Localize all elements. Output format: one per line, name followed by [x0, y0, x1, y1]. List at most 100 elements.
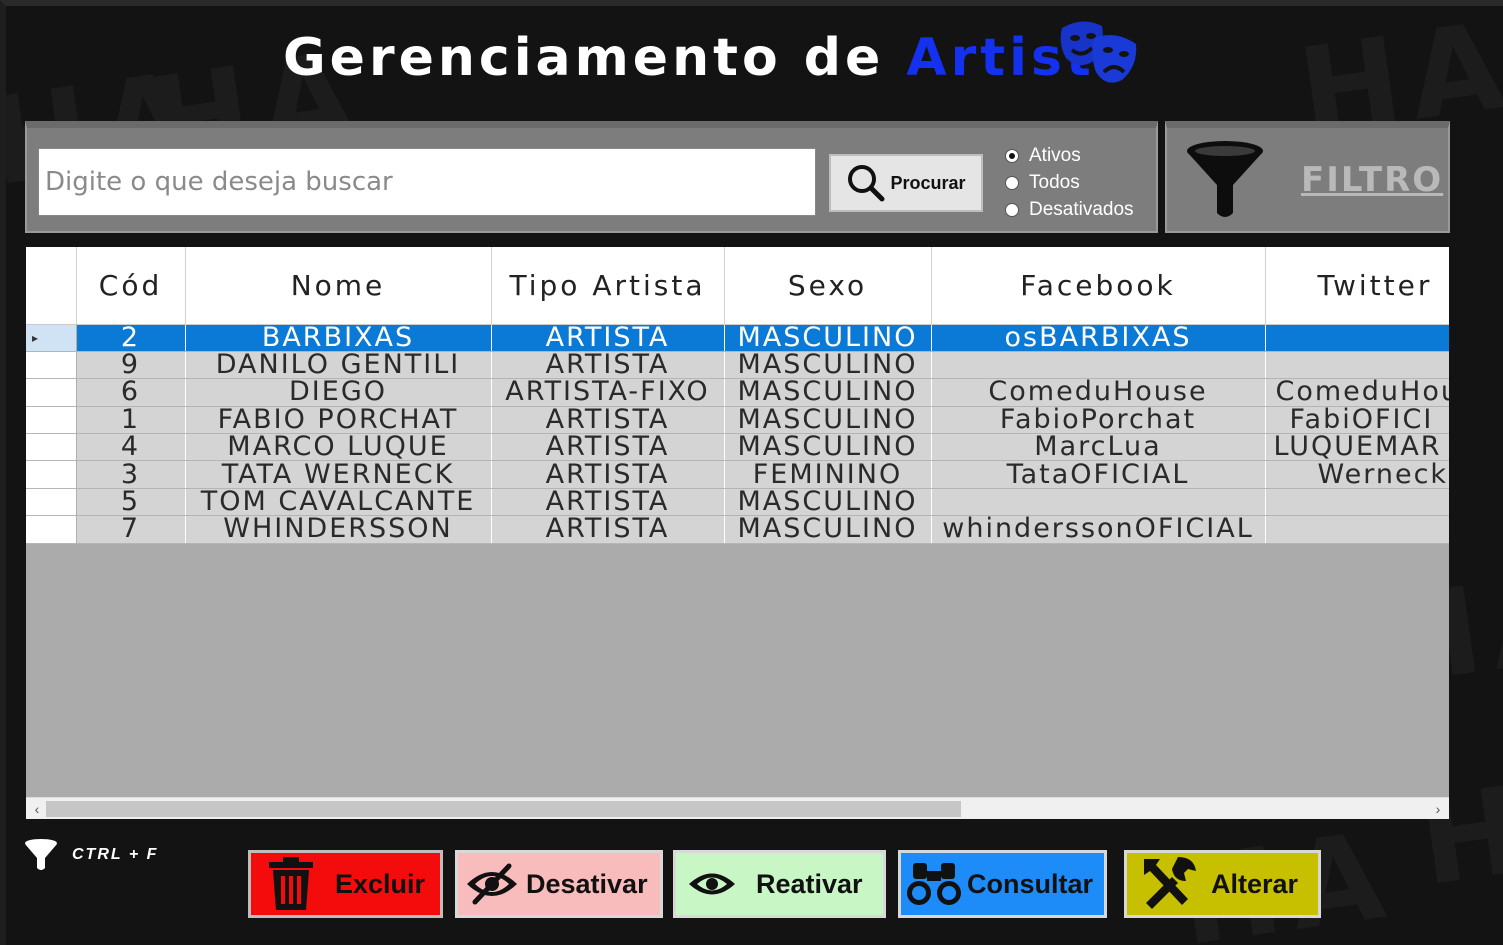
cell-cod[interactable]: 6: [76, 378, 186, 407]
radio-indicator[interactable]: [1005, 175, 1019, 190]
scroll-left-arrow-icon[interactable]: ‹: [28, 800, 46, 818]
cell-twitter[interactable]: [1265, 488, 1449, 517]
radio-desativados[interactable]: Desativados: [1005, 196, 1134, 223]
cell-facebook[interactable]: whinderssonOFICIAL: [931, 515, 1266, 544]
row-header[interactable]: [26, 488, 77, 517]
cell-nome[interactable]: MARCO LUQUE: [185, 433, 492, 462]
cell-twitter[interactable]: ComeduHou: [1265, 378, 1449, 407]
cell-tipo[interactable]: ARTISTA: [491, 324, 725, 352]
cell-facebook[interactable]: osBARBIXAS: [931, 324, 1266, 352]
cell-tipo[interactable]: ARTISTA: [491, 488, 725, 517]
consult-button[interactable]: Consultar: [898, 850, 1107, 918]
cell-twitter[interactable]: [1265, 324, 1449, 352]
table-row[interactable]: 5 TOM CAVALCANTE ARTISTA MASCULINO: [26, 488, 1449, 517]
row-header[interactable]: [26, 406, 77, 435]
cell-tipo[interactable]: ARTISTA-FIXO: [491, 378, 725, 407]
cell-cod[interactable]: 9: [76, 351, 186, 380]
cell-sexo[interactable]: MASCULINO: [724, 406, 932, 435]
cell-nome[interactable]: TOM CAVALCANTE: [185, 488, 492, 517]
cell-cod[interactable]: 7: [76, 515, 186, 544]
eye-icon: [676, 867, 748, 901]
column-header-twitter[interactable]: Twitter: [1265, 247, 1449, 325]
cell-twitter[interactable]: [1265, 351, 1449, 380]
row-header[interactable]: [26, 378, 77, 407]
cell-sexo[interactable]: MASCULINO: [724, 488, 932, 517]
cell-facebook[interactable]: ComeduHouse: [931, 378, 1266, 407]
column-header-cod[interactable]: Cód: [76, 247, 186, 325]
filter-button[interactable]: FILTRO: [1165, 121, 1450, 233]
cell-cod[interactable]: 1: [76, 406, 186, 435]
cell-facebook[interactable]: FabioPorchat: [931, 406, 1266, 435]
row-header[interactable]: [26, 433, 77, 462]
cell-sexo[interactable]: MASCULINO: [724, 515, 932, 544]
cell-facebook[interactable]: TataOFICIAL: [931, 460, 1266, 489]
table-row[interactable]: 7 WHINDERSSON ARTISTA MASCULINO whinders…: [26, 515, 1449, 544]
row-pointer-icon[interactable]: ▸: [26, 324, 77, 352]
shortcut-text: CTRL + F: [72, 846, 159, 863]
cell-nome[interactable]: WHINDERSSON: [185, 515, 492, 544]
cell-sexo[interactable]: MASCULINO: [724, 433, 932, 462]
cell-cod[interactable]: 5: [76, 488, 186, 517]
row-header[interactable]: [26, 351, 77, 380]
cell-sexo[interactable]: MASCULINO: [724, 324, 932, 352]
cell-cod[interactable]: 3: [76, 460, 186, 489]
table-row[interactable]: 9 DANILO GENTILI ARTISTA MASCULINO: [26, 351, 1449, 380]
column-header-sexo[interactable]: Sexo: [724, 247, 932, 325]
artists-grid: Cód Nome Tipo Artista Sexo Facebook Twit…: [26, 247, 1449, 819]
cell-twitter[interactable]: FabiOFICI: [1265, 406, 1449, 435]
search-input[interactable]: [38, 148, 816, 216]
cell-nome[interactable]: TATA WERNECK: [185, 460, 492, 489]
search-panel: Procurar Ativos Todos Desativados: [25, 121, 1158, 233]
radio-todos[interactable]: Todos: [1005, 169, 1134, 196]
radio-indicator[interactable]: [1005, 202, 1019, 217]
edit-button[interactable]: Alterar: [1124, 850, 1321, 918]
consult-button-label: Consultar: [967, 868, 1094, 899]
funnel-icon: [1187, 140, 1263, 217]
column-header-nome[interactable]: Nome: [185, 247, 492, 325]
cell-facebook[interactable]: [931, 351, 1266, 380]
radio-label: Desativados: [1029, 198, 1134, 220]
cell-tipo[interactable]: ARTISTA: [491, 433, 725, 462]
radio-ativos[interactable]: Ativos: [1005, 142, 1134, 169]
cell-nome[interactable]: DIEGO: [185, 378, 492, 407]
cell-sexo[interactable]: MASCULINO: [724, 378, 932, 407]
row-header[interactable]: [26, 515, 77, 544]
magnifier-icon: [848, 165, 885, 202]
table-row[interactable]: 3 TATA WERNECK ARTISTA FEMININO TataOFIC…: [26, 460, 1449, 489]
reactivate-button-label: Reativar: [756, 868, 863, 899]
table-row[interactable]: ▸ 2 BARBIXAS ARTISTA MASCULINO osBARBIXA…: [26, 324, 1449, 352]
scroll-right-arrow-icon[interactable]: ›: [1429, 800, 1447, 818]
page-title-main: Gerenciamento de: [283, 28, 907, 88]
cell-sexo[interactable]: FEMININO: [724, 460, 932, 489]
edit-button-label: Alterar: [1211, 868, 1299, 899]
cell-cod[interactable]: 4: [76, 433, 186, 462]
cell-facebook[interactable]: [931, 488, 1266, 517]
cell-tipo[interactable]: ARTISTA: [491, 515, 725, 544]
reactivate-button[interactable]: Reativar: [673, 850, 886, 918]
row-header[interactable]: [26, 460, 77, 489]
cell-twitter[interactable]: Werneck: [1265, 460, 1449, 489]
column-header-facebook[interactable]: Facebook: [931, 247, 1266, 325]
delete-button[interactable]: Excluir: [248, 850, 443, 918]
radio-indicator[interactable]: [1005, 148, 1019, 163]
search-button[interactable]: Procurar: [829, 154, 983, 212]
cell-cod[interactable]: 2: [76, 324, 186, 352]
cell-facebook[interactable]: MarcLua: [931, 433, 1266, 462]
horizontal-scrollbar[interactable]: ‹ ›: [26, 797, 1449, 819]
cell-twitter[interactable]: [1265, 515, 1449, 544]
search-button-label: Procurar: [890, 172, 966, 193]
column-header-tipo[interactable]: Tipo Artista: [491, 247, 725, 325]
scrollbar-thumb[interactable]: [46, 801, 961, 817]
table-row[interactable]: 4 MARCO LUQUE ARTISTA MASCULINO MarcLua …: [26, 433, 1449, 462]
table-row[interactable]: 1 FABIO PORCHAT ARTISTA MASCULINO FabioP…: [26, 406, 1449, 435]
cell-nome[interactable]: BARBIXAS: [185, 324, 492, 352]
table-row[interactable]: 6 DIEGO ARTISTA-FIXO MASCULINO ComeduHou…: [26, 378, 1449, 407]
cell-tipo[interactable]: ARTISTA: [491, 351, 725, 380]
cell-tipo[interactable]: ARTISTA: [491, 460, 725, 489]
deactivate-button[interactable]: Desativar: [455, 850, 663, 918]
cell-tipo[interactable]: ARTISTA: [491, 406, 725, 435]
cell-nome[interactable]: FABIO PORCHAT: [185, 406, 492, 435]
cell-nome[interactable]: DANILO GENTILI: [185, 351, 492, 380]
cell-twitter[interactable]: LUQUEMAR: [1265, 433, 1449, 462]
cell-sexo[interactable]: MASCULINO: [724, 351, 932, 380]
